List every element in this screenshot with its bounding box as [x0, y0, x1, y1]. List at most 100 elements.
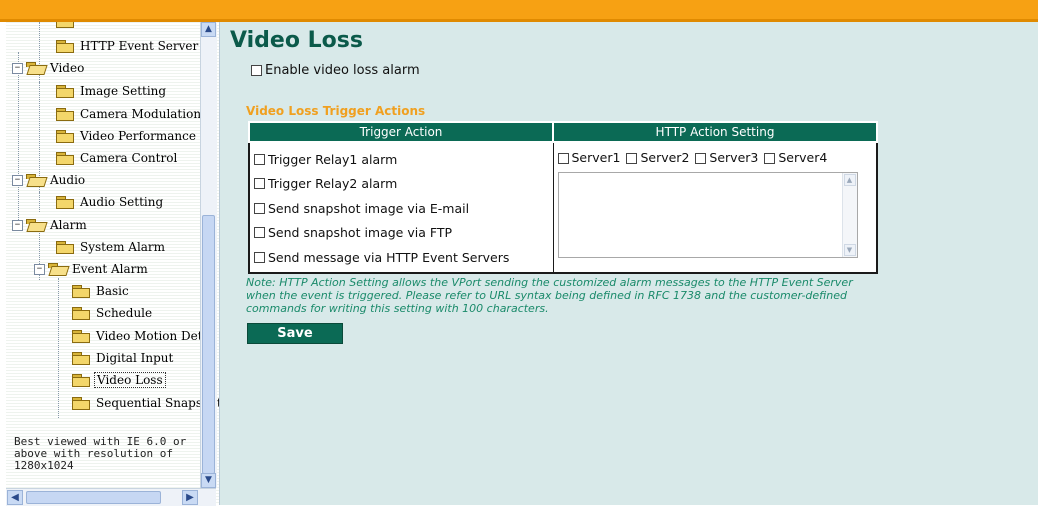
open-folder-icon — [48, 263, 66, 275]
trigger-relay2-option[interactable]: Trigger Relay2 alarm — [254, 172, 549, 197]
enable-alarm-label: Enable video loss alarm — [265, 63, 420, 78]
server1-option[interactable]: Server1 — [557, 149, 621, 165]
trigger-relay1-option[interactable]: Trigger Relay1 alarm — [254, 147, 549, 172]
help-note: Note: HTTP Action Setting allows the VPo… — [246, 276, 853, 315]
open-folder-icon — [26, 62, 44, 74]
tree-item-audio-setting[interactable]: Audio Setting — [56, 192, 163, 212]
tree-item-label: System Alarm — [80, 240, 166, 254]
tree-item-label: HTTP Event Server — [80, 39, 199, 53]
tree-item-alarm[interactable]: − Alarm — [12, 215, 87, 235]
http-message-textarea[interactable]: ▲ ▼ — [557, 172, 858, 258]
snapshot-ftp-option[interactable]: Send snapshot image via FTP — [254, 221, 549, 246]
server2-option[interactable]: Server2 — [626, 150, 689, 165]
server4-checkbox[interactable] — [764, 152, 776, 164]
tree-item-audio[interactable]: − Audio — [12, 170, 85, 190]
navigation-tree-panel: HTTP Event Server − Video Image Setting … — [6, 22, 220, 505]
tree-item-label: Camera Control — [80, 151, 178, 165]
server3-checkbox[interactable] — [695, 152, 707, 164]
option-label: Trigger Relay2 alarm — [268, 176, 398, 192]
main-content: Video Loss Enable video loss alarm Video… — [220, 22, 1038, 505]
tree-item-video-loss[interactable]: Video Loss — [72, 370, 166, 390]
http-message-checkbox[interactable] — [254, 251, 265, 263]
server-checkbox-group: Server1 Server2 Server3 Server4 — [557, 147, 873, 167]
option-label: Send snapshot image via FTP — [268, 225, 452, 241]
scroll-up-icon[interactable]: ▲ — [843, 174, 856, 186]
folder-icon — [72, 307, 90, 320]
open-folder-icon — [26, 174, 44, 186]
http-message-option[interactable]: Send message via HTTP Event Servers — [254, 245, 549, 270]
tree-item-label: Audio Setting — [80, 195, 164, 209]
tree-item-system-alarm[interactable]: System Alarm — [56, 237, 165, 257]
tree-item-video-performance[interactable]: Video Performance — [56, 126, 196, 146]
tree-item-image-setting[interactable]: Image Setting — [56, 81, 166, 101]
scroll-down-icon[interactable]: ▼ — [201, 473, 216, 488]
save-button[interactable]: Save — [247, 323, 343, 344]
snapshot-email-option[interactable]: Send snapshot image via E-mail — [254, 196, 549, 221]
server3-option[interactable]: Server3 — [695, 150, 758, 165]
tree-item-video[interactable]: − Video — [12, 58, 84, 78]
open-folder-icon — [26, 219, 44, 231]
top-banner — [0, 0, 1038, 22]
tree-item-digital-input[interactable]: Digital Input — [72, 348, 173, 368]
scroll-thumb[interactable] — [202, 215, 215, 474]
folder-icon — [56, 108, 74, 121]
server1-checkbox[interactable] — [557, 152, 569, 164]
scroll-down-icon[interactable]: ▼ — [843, 244, 856, 256]
column-header-trigger-action: Trigger Action — [248, 121, 554, 143]
collapse-toggle-icon[interactable]: − — [12, 62, 23, 74]
nav-vertical-scrollbar[interactable]: ▲ ▼ — [200, 22, 217, 488]
scroll-right-icon[interactable]: ▶ — [182, 490, 198, 505]
trigger-action-cell: Trigger Relay1 alarm Trigger Relay2 alar… — [248, 141, 554, 273]
page-title: Video Loss — [230, 28, 363, 53]
option-label: Send message via HTTP Event Servers — [268, 249, 510, 265]
tree-item-label: Basic — [96, 284, 129, 298]
folder-icon — [56, 40, 74, 53]
tree-item-video-motion-detection[interactable]: Video Motion Detec — [72, 326, 216, 346]
folder-icon — [72, 397, 90, 410]
server2-checkbox[interactable] — [626, 152, 638, 164]
snapshot-ftp-checkbox[interactable] — [254, 227, 265, 239]
collapse-toggle-icon[interactable]: − — [12, 174, 23, 186]
trigger-relay1-checkbox[interactable] — [254, 153, 265, 165]
tree-item-label: Video Motion Detec — [96, 329, 217, 343]
server-label: Server4 — [778, 149, 828, 165]
tree-item-schedule[interactable]: Schedule — [72, 303, 152, 323]
server4-option[interactable]: Server4 — [764, 150, 827, 165]
tree-item-basic[interactable]: Basic — [72, 281, 129, 301]
tree-item-sequential-snapshot[interactable]: Sequential Snapshot — [72, 393, 219, 413]
enable-video-loss-alarm[interactable]: Enable video loss alarm — [251, 63, 420, 78]
folder-icon — [56, 152, 74, 165]
enable-alarm-checkbox[interactable] — [251, 65, 262, 76]
folder-icon — [72, 285, 90, 298]
snapshot-email-checkbox[interactable] — [254, 202, 265, 214]
tree-item-event-alarm[interactable]: − Event Alarm — [34, 259, 148, 279]
nav-horizontal-scrollbar[interactable]: ◀ ▶ — [6, 488, 216, 506]
scroll-thumb[interactable] — [26, 491, 161, 504]
server-label: Server3 — [709, 149, 759, 165]
folder-icon — [56, 241, 74, 254]
trigger-relay2-checkbox[interactable] — [254, 178, 265, 190]
folder-icon — [72, 374, 90, 387]
tree-item-label-selected: Video Loss — [94, 372, 166, 388]
scroll-up-icon[interactable]: ▲ — [201, 22, 216, 37]
section-title: Video Loss Trigger Actions — [246, 104, 426, 118]
option-label: Trigger Relay1 alarm — [268, 151, 398, 167]
collapse-toggle-icon[interactable]: − — [12, 219, 23, 231]
tree-item-label: Schedule — [96, 306, 153, 320]
tree-item-label: Video Performance — [80, 129, 196, 143]
navigation-tree: HTTP Event Server − Video Image Setting … — [6, 22, 219, 477]
tree-item-camera-modulation[interactable]: Camera Modulation — [56, 104, 201, 124]
scroll-left-icon[interactable]: ◀ — [7, 490, 23, 505]
tree-item-http-event-server[interactable]: HTTP Event Server — [56, 36, 198, 56]
tree-item-partial[interactable] — [56, 22, 74, 31]
folder-icon — [56, 130, 74, 143]
option-label: Send snapshot image via E-mail — [268, 200, 470, 216]
textarea-scrollbar[interactable]: ▲ ▼ — [841, 173, 857, 257]
trigger-actions-table: Trigger Action HTTP Action Setting Trigg… — [248, 121, 878, 274]
collapse-toggle-icon[interactable]: − — [34, 263, 45, 275]
tree-item-label: Camera Modulation — [80, 107, 202, 121]
http-action-setting-cell: Server1 Server2 Server3 Server4 ▲ ▼ — [552, 141, 878, 273]
tree-item-camera-control[interactable]: Camera Control — [56, 148, 177, 168]
folder-icon — [56, 196, 74, 209]
server-label: Server1 — [571, 149, 621, 165]
